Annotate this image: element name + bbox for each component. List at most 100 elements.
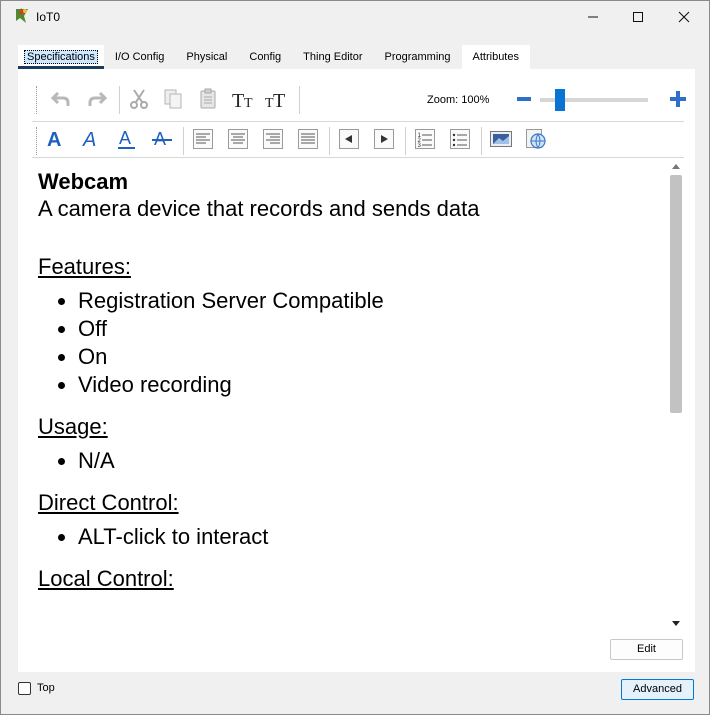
italic-icon: A bbox=[82, 129, 96, 150]
device-description: A camera device that records and sends d… bbox=[38, 196, 480, 221]
features-list: Registration Server Compatible Off On Vi… bbox=[38, 287, 658, 399]
italic-button[interactable]: A bbox=[79, 126, 105, 152]
list-item: Video recording bbox=[78, 371, 658, 399]
tab-programming[interactable]: Programming bbox=[373, 45, 462, 69]
svg-text:A: A bbox=[82, 129, 96, 150]
justify-button[interactable] bbox=[295, 126, 321, 152]
direct-control-list: ALT-click to interact bbox=[38, 523, 658, 551]
usage-heading: Usage: bbox=[38, 414, 108, 439]
outdent-icon bbox=[339, 129, 359, 149]
outdent-button[interactable] bbox=[336, 126, 362, 152]
maximize-icon bbox=[633, 12, 643, 22]
tab-label: Specifications bbox=[24, 50, 98, 64]
list-item: ALT-click to interact bbox=[78, 523, 658, 551]
align-center-icon bbox=[228, 129, 248, 149]
toolbar-grip[interactable] bbox=[36, 86, 38, 114]
cut-button[interactable] bbox=[126, 86, 152, 112]
zoom-slider-thumb[interactable] bbox=[555, 89, 565, 111]
device-title: Webcam bbox=[38, 169, 129, 194]
svg-text:A: A bbox=[47, 129, 61, 150]
tab-specifications[interactable]: Specifications bbox=[18, 45, 104, 69]
tab-physical[interactable]: Physical bbox=[175, 45, 239, 69]
svg-text:T: T bbox=[273, 90, 285, 110]
iot-device-window: IoT0 Specifications I/O Config Physical … bbox=[0, 0, 710, 715]
advanced-button[interactable]: Advanced bbox=[621, 679, 694, 700]
document-scrollbar[interactable] bbox=[668, 159, 684, 631]
bulleted-list-icon bbox=[450, 129, 470, 149]
image-icon bbox=[490, 131, 512, 147]
packet-tracer-icon bbox=[13, 7, 31, 25]
top-checkbox[interactable] bbox=[18, 682, 31, 695]
arrow-up-icon bbox=[672, 164, 680, 169]
align-right-button[interactable] bbox=[260, 126, 286, 152]
strikethrough-icon: A bbox=[152, 129, 172, 149]
scroll-down-button[interactable] bbox=[668, 617, 684, 631]
edit-button[interactable]: Edit bbox=[610, 639, 683, 660]
edit-toolbar: TT TT Zoom: 100% bbox=[32, 81, 686, 119]
close-button[interactable] bbox=[661, 1, 707, 33]
svg-text:A: A bbox=[119, 128, 131, 148]
list-item: N/A bbox=[78, 447, 658, 475]
strikethrough-button[interactable]: A bbox=[149, 126, 175, 152]
toolbar-separator bbox=[119, 86, 120, 114]
copy-icon bbox=[164, 89, 182, 109]
indent-button[interactable] bbox=[371, 126, 397, 152]
font-size-increase-icon: TT bbox=[232, 90, 253, 110]
undo-icon bbox=[50, 91, 70, 106]
insert-image-button[interactable] bbox=[488, 126, 514, 152]
decrease-font-button[interactable]: TT bbox=[264, 86, 290, 112]
tab-attributes[interactable]: Attributes bbox=[461, 45, 530, 69]
toolbar-separator bbox=[299, 86, 300, 114]
indent-icon bbox=[374, 129, 394, 149]
svg-text:T: T bbox=[244, 96, 253, 110]
underline-button[interactable]: A bbox=[114, 126, 140, 152]
align-right-icon bbox=[263, 129, 283, 149]
redo-icon bbox=[88, 91, 108, 106]
title-bar[interactable]: IoT0 bbox=[1, 1, 709, 33]
list-item: On bbox=[78, 343, 658, 371]
paste-button[interactable] bbox=[195, 86, 221, 112]
specifications-document[interactable]: Webcam A camera device that records and … bbox=[32, 159, 668, 629]
numbered-list-button[interactable]: 123 bbox=[412, 126, 438, 152]
align-left-icon bbox=[193, 129, 213, 149]
bold-icon: A bbox=[47, 129, 61, 150]
numbered-list-icon: 123 bbox=[415, 129, 435, 149]
specifications-panel: TT TT Zoom: 100% A A A 1 2 3 Webcam A ca… bbox=[18, 69, 695, 672]
document-body: Webcam A camera device that records and … bbox=[38, 169, 658, 595]
scroll-up-button[interactable] bbox=[668, 159, 684, 173]
copy-button[interactable] bbox=[160, 86, 186, 112]
bulleted-list-button[interactable] bbox=[447, 126, 473, 152]
toolbar-separator bbox=[481, 127, 482, 155]
plus-icon bbox=[670, 91, 686, 107]
scrollbar-thumb[interactable] bbox=[670, 175, 682, 413]
justify-icon bbox=[298, 129, 318, 149]
tab-config[interactable]: Config bbox=[238, 45, 293, 69]
align-left-button[interactable] bbox=[190, 126, 216, 152]
list-item: Off bbox=[78, 315, 658, 343]
zoom-label: Zoom: 100% bbox=[427, 94, 490, 106]
features-heading: Features: bbox=[38, 254, 131, 279]
underline-icon: A bbox=[118, 128, 135, 149]
redo-button[interactable] bbox=[84, 86, 110, 112]
scissors-icon bbox=[130, 89, 148, 109]
insert-link-button[interactable] bbox=[523, 126, 549, 152]
minimize-button[interactable] bbox=[570, 1, 616, 33]
increase-font-button[interactable]: TT bbox=[231, 86, 257, 112]
toolbar-grip[interactable] bbox=[36, 127, 38, 155]
zoom-in-button[interactable] bbox=[668, 89, 688, 109]
svg-text:T: T bbox=[232, 90, 244, 110]
align-center-button[interactable] bbox=[225, 126, 251, 152]
arrow-down-icon bbox=[672, 621, 680, 626]
paste-icon bbox=[200, 88, 216, 109]
tab-thing-editor[interactable]: Thing Editor bbox=[292, 45, 374, 69]
window-title: IoT0 bbox=[36, 10, 61, 24]
toolbar-separator bbox=[329, 127, 330, 155]
bold-button[interactable]: A bbox=[44, 126, 70, 152]
globe-link-icon bbox=[526, 129, 546, 149]
zoom-out-button[interactable] bbox=[515, 90, 533, 108]
font-size-decrease-icon: TT bbox=[265, 90, 285, 110]
tab-io-config[interactable]: I/O Config bbox=[103, 45, 176, 69]
maximize-button[interactable] bbox=[615, 1, 661, 33]
local-control-heading: Local Control: bbox=[38, 566, 174, 591]
undo-button[interactable] bbox=[48, 86, 74, 112]
